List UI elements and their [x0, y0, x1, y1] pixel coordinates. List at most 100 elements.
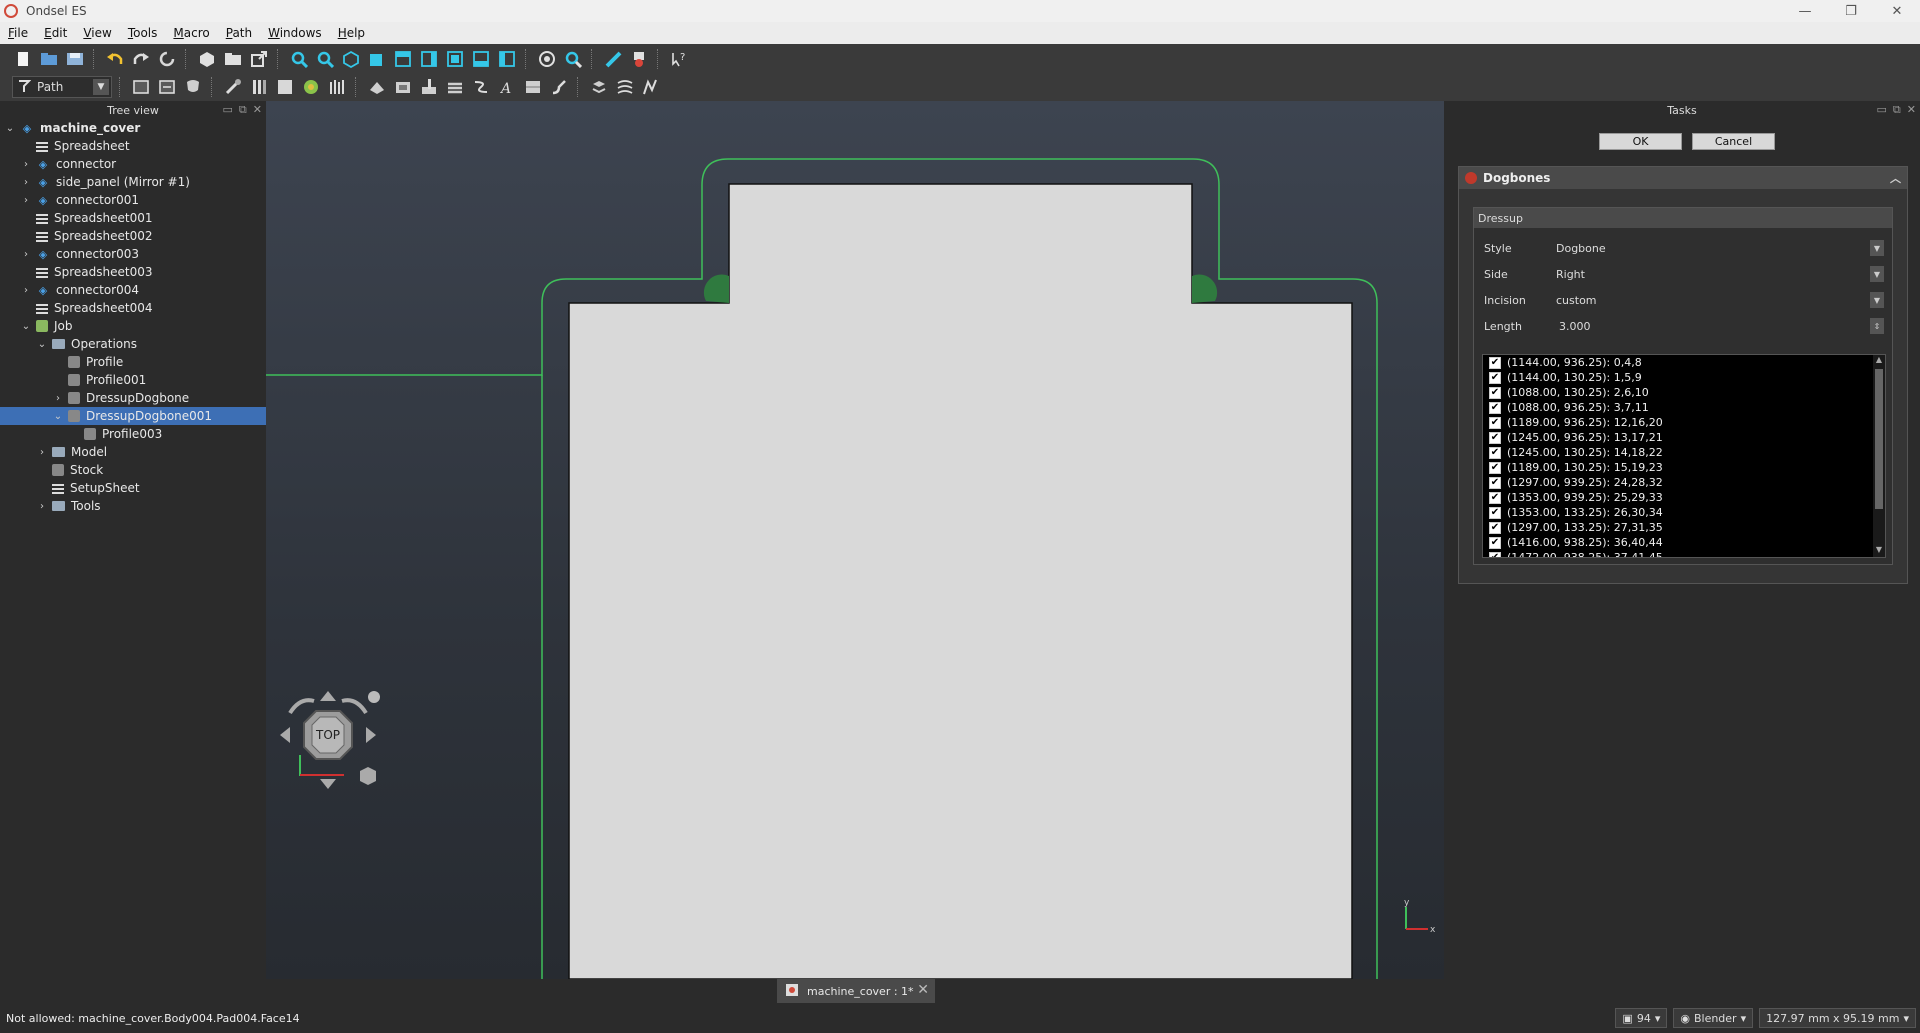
create-part-icon[interactable]	[196, 48, 218, 70]
tree-item[interactable]: SetupSheet	[0, 479, 266, 497]
refresh-icon[interactable]	[156, 48, 178, 70]
menu-path[interactable]: Path	[218, 22, 260, 44]
dimensions-widget[interactable]: 127.97 mm x 95.19 mm ▾	[1759, 1008, 1916, 1028]
post-process-icon[interactable]	[156, 76, 178, 98]
expand-arrow-icon[interactable]: ›	[20, 177, 32, 188]
expand-arrow-icon[interactable]: ›	[36, 501, 48, 512]
left-view-icon[interactable]	[496, 48, 518, 70]
toolbit-icon[interactable]	[222, 76, 244, 98]
expand-arrow-icon[interactable]: ⌄	[36, 339, 48, 350]
collapse-icon[interactable]: ︿	[1890, 170, 1901, 186]
bone-checkbox[interactable]: ✔	[1489, 476, 1501, 489]
bone-list-item[interactable]: ✔ (1245.00, 936.25): 13,17,21	[1483, 430, 1885, 445]
tree-item[interactable]: Spreadsheet003	[0, 263, 266, 281]
menu-view[interactable]: View	[75, 22, 119, 44]
draw-style-icon[interactable]	[536, 48, 558, 70]
bone-list-item[interactable]: ✔ (1353.00, 939.25): 25,29,33	[1483, 490, 1885, 505]
close-window-button[interactable]: ✕	[1874, 0, 1920, 22]
bottom-view-icon[interactable]	[470, 48, 492, 70]
bones-list[interactable]: ✔ (1144.00, 936.25): 0,4,8 ✔ (1144.00, 130.…	[1482, 354, 1886, 558]
bone-checkbox[interactable]: ✔	[1489, 461, 1501, 474]
front-view-icon[interactable]	[366, 48, 388, 70]
helix-op-icon[interactable]	[470, 76, 492, 98]
tree-item[interactable]: › Model	[0, 443, 266, 461]
stock-icon[interactable]	[274, 76, 296, 98]
chevron-down-icon[interactable]: ▼	[1870, 266, 1884, 282]
rear-view-icon[interactable]	[444, 48, 466, 70]
maximize-button[interactable]: ❐	[1828, 0, 1874, 22]
bone-checkbox[interactable]: ✔	[1489, 446, 1501, 459]
bone-checkbox[interactable]: ✔	[1489, 371, 1501, 384]
box-zoom-icon[interactable]	[562, 48, 584, 70]
inspect-icon[interactable]	[326, 76, 348, 98]
bone-checkbox[interactable]: ✔	[1489, 536, 1501, 549]
profile-op-icon[interactable]	[366, 76, 388, 98]
expand-arrow-icon[interactable]: ›	[52, 393, 64, 404]
bone-checkbox[interactable]: ✔	[1489, 356, 1501, 369]
undock-panel-icon[interactable]: ⧉	[1893, 103, 1901, 117]
tree-item[interactable]: Profile001	[0, 371, 266, 389]
redo-icon[interactable]	[130, 48, 152, 70]
navigation-style-widget[interactable]: ◉ Blender ▾	[1673, 1008, 1754, 1028]
bones-scrollbar[interactable]: ▲ ▼	[1873, 355, 1885, 557]
expand-arrow-icon[interactable]: ›	[20, 195, 32, 206]
close-panel-icon[interactable]: ✕	[253, 103, 262, 117]
menu-edit[interactable]: Edit	[36, 22, 75, 44]
length-spinbox[interactable]: 3.000	[1556, 320, 1870, 333]
menu-tools[interactable]: Tools	[120, 22, 166, 44]
expand-arrow-icon[interactable]: ⌄	[52, 411, 64, 422]
drilling-op-icon[interactable]	[418, 76, 440, 98]
menu-windows[interactable]: Windows	[260, 22, 330, 44]
tree-item[interactable]: Spreadsheet001	[0, 209, 266, 227]
expand-arrow-icon[interactable]: ›	[36, 447, 48, 458]
tree-item[interactable]: Spreadsheet002	[0, 227, 266, 245]
chevron-down-icon[interactable]: ▼	[1870, 240, 1884, 256]
create-group-icon[interactable]	[222, 48, 244, 70]
tree-item[interactable]: Stock	[0, 461, 266, 479]
undock-panel-icon[interactable]: ⧉	[239, 103, 247, 117]
bone-checkbox[interactable]: ✔	[1489, 551, 1501, 557]
bone-list-item[interactable]: ✔ (1144.00, 130.25): 1,5,9	[1483, 370, 1885, 385]
fit-all-icon[interactable]	[288, 48, 310, 70]
surface-op-icon[interactable]	[522, 76, 544, 98]
array-op-icon[interactable]	[588, 76, 610, 98]
document-tab[interactable]: machine_cover : 1* ✕	[777, 979, 935, 1003]
tree-item[interactable]: › ◈ connector	[0, 155, 266, 173]
side-select[interactable]: Right	[1556, 268, 1870, 281]
bone-list-item[interactable]: ✔ (1245.00, 130.25): 14,18,22	[1483, 445, 1885, 460]
bone-list-item[interactable]: ✔ (1353.00, 133.25): 26,30,34	[1483, 505, 1885, 520]
close-tab-icon[interactable]: ✕	[917, 982, 929, 998]
bone-checkbox[interactable]: ✔	[1489, 401, 1501, 414]
top-view-icon[interactable]	[392, 48, 414, 70]
expand-arrow-icon[interactable]: ⌄	[4, 123, 16, 134]
scroll-up-icon[interactable]: ▲	[1873, 355, 1885, 367]
workbench-selector[interactable]: Path ▼	[12, 76, 112, 98]
spin-stepper-icon[interactable]: ⇕	[1870, 318, 1884, 334]
save-icon[interactable]	[64, 48, 86, 70]
engrave-op-icon[interactable]: A	[496, 76, 518, 98]
job-icon[interactable]	[130, 76, 152, 98]
tree-item[interactable]: ⌄ DressupDogbone001	[0, 407, 266, 425]
tree-item[interactable]: ⌄ Job	[0, 317, 266, 335]
float-panel-icon[interactable]: ▭	[223, 103, 233, 117]
cancel-button[interactable]: Cancel	[1692, 133, 1775, 150]
isometric-view-icon[interactable]	[340, 48, 362, 70]
menu-help[interactable]: Help	[330, 22, 373, 44]
float-panel-icon[interactable]: ▭	[1877, 103, 1887, 117]
pocket-op-icon[interactable]	[392, 76, 414, 98]
bone-checkbox[interactable]: ✔	[1489, 386, 1501, 399]
measure-icon[interactable]	[602, 48, 624, 70]
tree-item[interactable]: ⌄ ◈ machine_cover	[0, 119, 266, 137]
menu-macro[interactable]: Macro	[165, 22, 217, 44]
menu-file[interactable]: File	[0, 22, 36, 44]
scroll-down-icon[interactable]: ▼	[1873, 545, 1885, 557]
bone-list-item[interactable]: ✔ (1144.00, 936.25): 0,4,8	[1483, 355, 1885, 370]
incision-select[interactable]: custom	[1556, 294, 1870, 307]
bone-list-item[interactable]: ✔ (1297.00, 939.25): 24,28,32	[1483, 475, 1885, 490]
tree-item[interactable]: Profile003	[0, 425, 266, 443]
undo-icon[interactable]	[104, 48, 126, 70]
link-icon[interactable]	[248, 48, 270, 70]
model-drawing[interactable]: TOP y x	[266, 101, 1444, 979]
dressup-op-icon[interactable]	[548, 76, 570, 98]
close-panel-icon[interactable]: ✕	[1907, 103, 1916, 117]
